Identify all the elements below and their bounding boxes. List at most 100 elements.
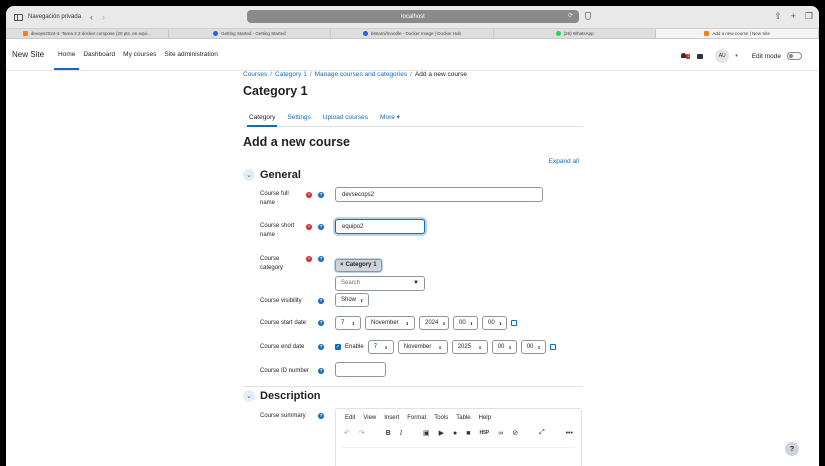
link-icon[interactable]: ∞ <box>498 430 503 437</box>
site-name[interactable]: New Site <box>12 50 44 59</box>
address-bar[interactable]: localhost ⟳ <box>247 10 579 23</box>
calendar-icon[interactable] <box>511 320 517 326</box>
browser-tab[interactable]: bitnami/moodle - Docker Image | Docker H… <box>331 29 494 38</box>
fullscreen-icon[interactable]: ⤢ <box>539 429 545 437</box>
course-id-number-input[interactable] <box>335 362 386 377</box>
editor-toolbar: ↶ ↷ B I ▣ ▶ ● ■ H5P ∞ ⊘ ⤢ ••• <box>336 421 581 437</box>
description-section-header[interactable]: ⌄ Description <box>243 390 321 402</box>
nav-dashboard[interactable]: Dashboard <box>82 39 116 70</box>
reload-icon[interactable]: ⟳ <box>568 12 573 19</box>
course-summary-row: Course summary <box>260 412 320 421</box>
help-icon[interactable]: ? <box>318 413 324 419</box>
video-camera-icon[interactable]: ■ <box>466 430 470 437</box>
chevron-down-icon[interactable]: ▾ <box>735 53 738 59</box>
help-button[interactable]: ? <box>785 442 799 456</box>
media-icon[interactable]: ▶ <box>439 429 444 437</box>
category-search-placeholder: Search <box>341 280 361 286</box>
nav-site-administration[interactable]: Site administration <box>163 39 218 70</box>
messages-icon[interactable] <box>697 53 704 59</box>
editor-menu-help[interactable]: Help <box>479 415 491 421</box>
help-icon[interactable]: ? <box>318 368 324 374</box>
editor-body[interactable] <box>342 447 575 466</box>
end-year-select[interactable]: 2025 ⬍ <box>451 340 488 354</box>
undo-icon[interactable]: ↶ <box>344 429 350 437</box>
editor-menu-edit[interactable]: Edit <box>345 415 355 421</box>
end-minute-select[interactable]: 00 ⬍ <box>520 340 546 354</box>
help-icon[interactable]: ? <box>318 256 324 262</box>
browser-tab[interactable]: Getting Started - Getting Started <box>169 29 332 38</box>
more-options-icon[interactable]: ••• <box>566 430 573 437</box>
nav-home[interactable]: Home <box>53 39 80 70</box>
help-icon[interactable]: ? <box>318 298 324 304</box>
editor-menu-tools[interactable]: Tools <box>434 415 448 421</box>
course-category-row: Course category <box>260 255 300 273</box>
breadcrumb-courses[interactable]: Courses <box>243 71 267 78</box>
editor-menu-view[interactable]: View <box>363 415 376 421</box>
page-heading: Add a new course <box>243 135 350 149</box>
help-icon[interactable]: ? <box>318 224 324 230</box>
start-year-select[interactable]: 2024 ⬍ <box>419 316 449 330</box>
sidebar-toggle-icon[interactable] <box>14 13 23 21</box>
start-month-select[interactable]: November ⬍ <box>365 316 415 330</box>
end-hour-select[interactable]: 00 ⬍ <box>491 340 517 354</box>
browser-tab[interactable]: (26) WhatsApp <box>494 29 657 38</box>
tab-overview-icon[interactable]: ❐ <box>805 11 813 22</box>
browser-toolbar: Navegación privada ‹ › localhost ⟳ ⇧ + ❐ <box>6 6 819 28</box>
start-minute-select[interactable]: 00 ⬍ <box>482 316 507 330</box>
forward-arrow-icon[interactable]: › <box>102 12 105 22</box>
user-avatar[interactable]: AU <box>715 49 730 63</box>
tab-more[interactable]: More ▾ <box>374 108 406 126</box>
shield-icon[interactable] <box>585 12 591 20</box>
general-section-header[interactable]: ⌄ General <box>243 169 301 181</box>
nav-my-courses[interactable]: My courses <box>122 39 157 70</box>
help-icon[interactable]: ? <box>318 344 324 350</box>
editor-menu-format[interactable]: Format <box>407 415 426 421</box>
share-icon[interactable]: ⇧ <box>774 11 782 22</box>
breadcrumb-manage[interactable]: Manage courses and categories <box>315 71 408 78</box>
tab-category[interactable]: Category <box>243 108 281 127</box>
end-month-select[interactable]: November ⬍ <box>397 340 448 354</box>
redo-icon[interactable]: ↷ <box>359 429 365 437</box>
edit-mode-toggle[interactable] <box>787 52 802 60</box>
notification-bell-icon[interactable]: 1 <box>680 52 691 60</box>
image-icon[interactable]: ▣ <box>423 429 430 437</box>
bold-icon[interactable]: B <box>386 430 391 437</box>
h5p-icon[interactable]: H5P <box>480 430 490 436</box>
course-short-name-input[interactable]: equipo2 <box>335 219 425 234</box>
expand-all-link[interactable]: Expand all <box>549 158 579 165</box>
tab-upload-courses[interactable]: Upload courses <box>317 108 374 126</box>
moodle-favicon-icon <box>704 31 710 36</box>
private-browsing-label: Navegación privada <box>28 14 82 20</box>
chevron-down-icon[interactable]: ⌄ <box>243 390 255 402</box>
whatsapp-favicon-icon <box>555 31 561 36</box>
category-tag[interactable]: × Category 1 <box>335 258 382 272</box>
tab-settings[interactable]: Settings <box>281 108 317 126</box>
help-icon[interactable]: ? <box>318 192 324 198</box>
course-full-name-label: Course full name <box>260 191 289 206</box>
course-full-name-input[interactable]: devsecops2 <box>335 187 543 202</box>
breadcrumb-category[interactable]: Category 1 <box>275 71 307 78</box>
start-day-select[interactable]: 7 ⬍ <box>335 316 361 330</box>
end-date-enable-checkbox[interactable]: ✓ <box>335 344 341 350</box>
italic-icon[interactable]: I <box>400 429 402 437</box>
browser-tabs: devops2024-3. Tarea 2.3 docker compose (… <box>6 28 819 39</box>
editor-menu-insert[interactable]: Insert <box>384 415 399 421</box>
calendar-icon[interactable] <box>549 344 556 350</box>
editor-menu-table[interactable]: Table <box>456 415 470 421</box>
start-hour-select[interactable]: 00 ⬍ <box>453 316 478 330</box>
end-day-select[interactable]: 7 ⬍ <box>367 340 394 354</box>
course-visibility-select[interactable]: Show ⬍ <box>335 293 369 307</box>
category-title: Category 1 <box>243 84 308 98</box>
chevron-down-icon[interactable]: ⌄ <box>243 169 255 181</box>
category-search-select[interactable]: Search ▼ <box>335 275 425 291</box>
browser-tab-active[interactable]: Add a new course | New Site <box>656 29 819 38</box>
browser-tab[interactable]: devops2024-3. Tarea 2.3 docker compose (… <box>6 29 169 38</box>
course-summary-editor[interactable]: Edit View Insert Format Tools Table Help… <box>335 408 582 466</box>
help-icon[interactable]: ? <box>318 320 324 326</box>
remove-tag-icon[interactable]: × <box>340 262 344 268</box>
back-arrow-icon[interactable]: ‹ <box>90 12 93 22</box>
unlink-icon[interactable]: ⊘ <box>512 429 518 437</box>
microphone-icon[interactable]: ● <box>453 430 457 437</box>
new-tab-icon[interactable]: + <box>791 11 796 22</box>
browser-window: Navegación privada ‹ › localhost ⟳ ⇧ + ❐… <box>6 6 819 466</box>
